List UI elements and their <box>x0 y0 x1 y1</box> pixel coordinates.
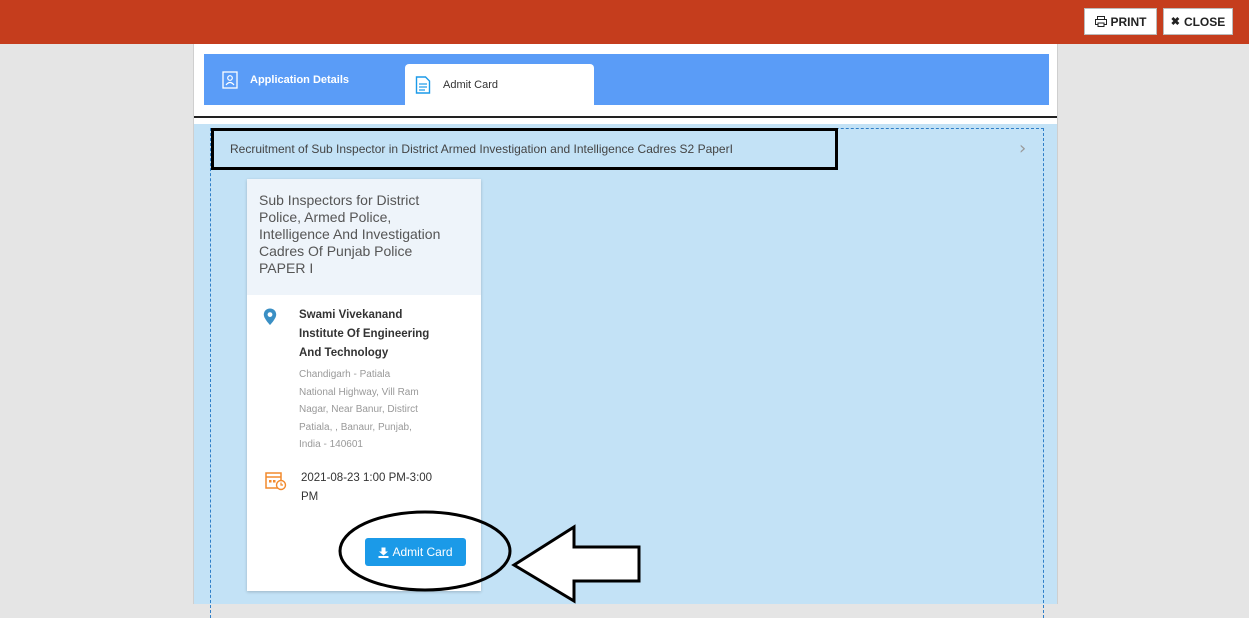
print-label: PRINT <box>1110 14 1147 29</box>
exam-title[interactable]: Recruitment of Sub Inspector in District… <box>211 128 838 170</box>
exam-title-text: Recruitment of Sub Inspector in District… <box>230 142 733 156</box>
venue-name-line: Swami Vivekanand <box>299 309 403 321</box>
exam-card-heading: Sub Inspectors for District Police, Arme… <box>247 179 481 295</box>
address-line: Nagar, Near Banur, Distirct <box>299 404 418 415</box>
close-button[interactable]: ✖ CLOSE <box>1163 8 1233 35</box>
exam-datetime: 2021-08-23 1:00 PM-3:00 PM <box>301 469 461 507</box>
chevron-right-icon[interactable]: › <box>1019 138 1026 159</box>
heading-line: Cadres Of Punjab Police <box>259 243 413 259</box>
print-icon <box>1094 16 1107 27</box>
heading-line: Sub Inspectors for District <box>259 192 420 208</box>
venue-name: Swami Vivekanand Institute Of Engineerin… <box>299 306 449 363</box>
datetime-line: 2021-08-23 1:00 PM-3:00 <box>301 472 433 484</box>
tab-label-application-details: Application Details <box>250 74 350 86</box>
address-line: Patiala, , Banaur, Punjab, <box>299 421 412 433</box>
calendar-clock-icon <box>265 472 287 491</box>
venue-address: Chandigarh - Patiala National Highway, V… <box>299 366 437 454</box>
heading-line: PAPER I <box>259 260 314 276</box>
close-icon: ✖ <box>1170 16 1180 28</box>
address-line: National Highway, Vill Ram <box>299 386 419 398</box>
tab-divider <box>194 116 1057 118</box>
close-label: CLOSE <box>1183 14 1226 29</box>
download-admit-card-button[interactable]: Admit Card <box>365 538 466 566</box>
heading-line: Intelligence And Investigation <box>259 226 441 242</box>
tab-admit-card[interactable]: Admit Card <box>405 64 594 105</box>
admit-card-button-label: Admit Card <box>392 545 453 559</box>
download-icon <box>378 547 389 558</box>
print-button[interactable]: PRINT <box>1084 8 1157 35</box>
tab-label-admit-card: Admit Card <box>443 78 499 91</box>
address-line: India - 140601 <box>299 439 363 450</box>
venue-name-line: And Technology <box>299 347 389 359</box>
main-panel: Application Details Admit Card Recruitme… <box>193 44 1058 618</box>
heading-line: Police, Armed Police, <box>259 209 392 225</box>
admit-card-document-icon <box>415 75 431 94</box>
application-details-icon <box>222 71 238 89</box>
admit-card-content: Recruitment of Sub Inspector in District… <box>194 124 1057 618</box>
venue-name-line: Institute Of Engineering <box>299 328 430 340</box>
exam-card: Sub Inspectors for District Police, Arme… <box>247 179 481 591</box>
datetime-line: PM <box>301 491 319 503</box>
tab-bar: Application Details Admit Card <box>204 54 1049 105</box>
address-line: Chandigarh - Patiala <box>299 369 391 380</box>
top-bar <box>0 0 1249 44</box>
location-pin-icon <box>263 308 277 325</box>
tab-application-details[interactable]: Application Details <box>222 66 349 94</box>
